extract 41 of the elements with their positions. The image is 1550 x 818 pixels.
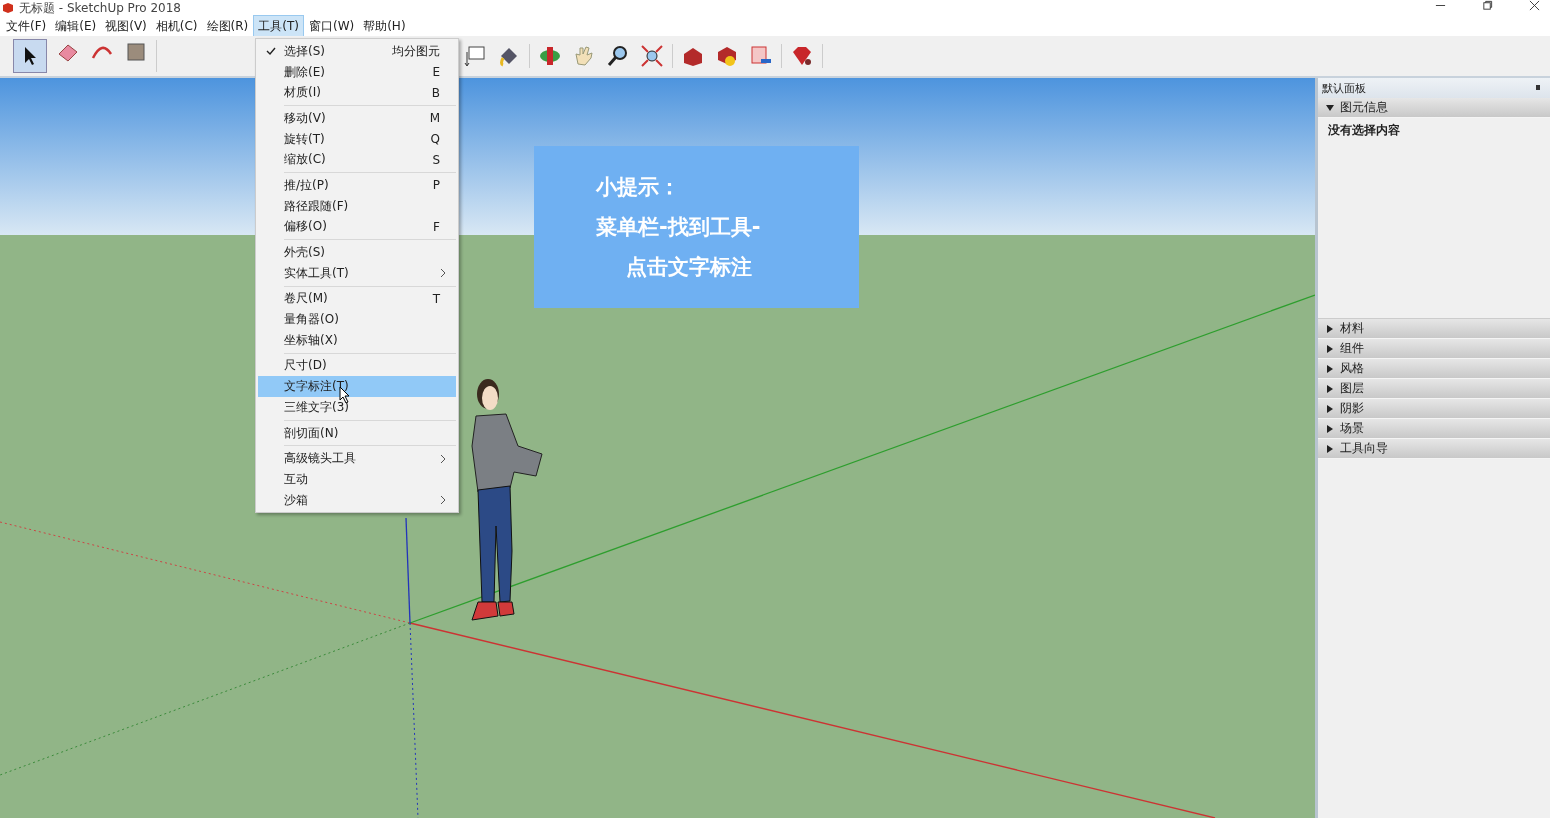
menu-bar-item[interactable]: 窗口(W)	[304, 15, 359, 37]
menu-item[interactable]: 实体工具(T)	[258, 262, 456, 284]
menu-item[interactable]: 三维文字(3)	[258, 397, 456, 418]
menu-item[interactable]: 卷尺(M) T	[258, 288, 456, 310]
menu-item[interactable]: 旋转(T) Q	[258, 128, 456, 150]
menu-bar-item[interactable]: 文件(F)	[2, 15, 51, 37]
menu-item[interactable]: 缩放(C) S	[258, 149, 456, 171]
menu-item[interactable]: 坐标轴(X)	[258, 329, 456, 351]
menu-item[interactable]: 剖切面(N)	[258, 422, 456, 444]
selection-info-text: 没有选择内容	[1328, 123, 1400, 137]
menu-item[interactable]: 尺寸(D)	[258, 355, 456, 377]
panel-section-header[interactable]: 组件	[1318, 339, 1550, 359]
menu-bar-item[interactable]: 视图(V)	[101, 15, 151, 37]
panel-section-header[interactable]: 阴影	[1318, 399, 1550, 419]
menu-item[interactable]: 外壳(S)	[258, 242, 456, 263]
panel-title: 默认面板	[1322, 80, 1366, 96]
menu-item[interactable]: 路径跟随(F)	[258, 195, 456, 217]
menu-item[interactable]: 量角器(O)	[258, 309, 456, 330]
menu-item[interactable]: 选择(S) 均分图元	[258, 41, 456, 62]
menu-item[interactable]: 偏移(O) F	[258, 216, 456, 238]
menu-item[interactable]: 移动(V) M	[258, 108, 456, 129]
tip-title: 小提示：	[596, 174, 681, 201]
menu-item[interactable]: 删除(E) E	[258, 61, 456, 83]
panel-section-header[interactable]: 工具向导	[1318, 439, 1550, 459]
panel-section-header[interactable]: 图元信息	[1318, 98, 1550, 118]
menu-item[interactable]: 推/拉(P) P	[258, 175, 456, 196]
menu-item[interactable]: 沙箱	[258, 489, 456, 511]
menu-bar-item[interactable]: 帮助(H)	[359, 15, 410, 37]
menu-item[interactable]: 材质(I) B	[258, 82, 456, 104]
menu-bar-item[interactable]: 绘图(R)	[202, 15, 253, 37]
panel-section-header[interactable]: 风格	[1318, 359, 1550, 379]
menu-item[interactable]: 高级镜头工具	[258, 448, 456, 470]
panel-section-header[interactable]: 场景	[1318, 419, 1550, 439]
panel-section-header[interactable]: 材料	[1318, 319, 1550, 339]
menu-item[interactable]: 互动	[258, 469, 456, 490]
menu-bar-item[interactable]: 编辑(E)	[51, 15, 101, 37]
menu-bar-item[interactable]: 相机(C)	[151, 15, 202, 37]
panel-section-header[interactable]: 图层	[1318, 379, 1550, 399]
window-title: 无标题 - SketchUp Pro 2018	[19, 0, 181, 17]
tip-text: 点击文字标注	[625, 254, 753, 281]
tip-text: 菜单栏-找到工具-	[596, 214, 762, 241]
